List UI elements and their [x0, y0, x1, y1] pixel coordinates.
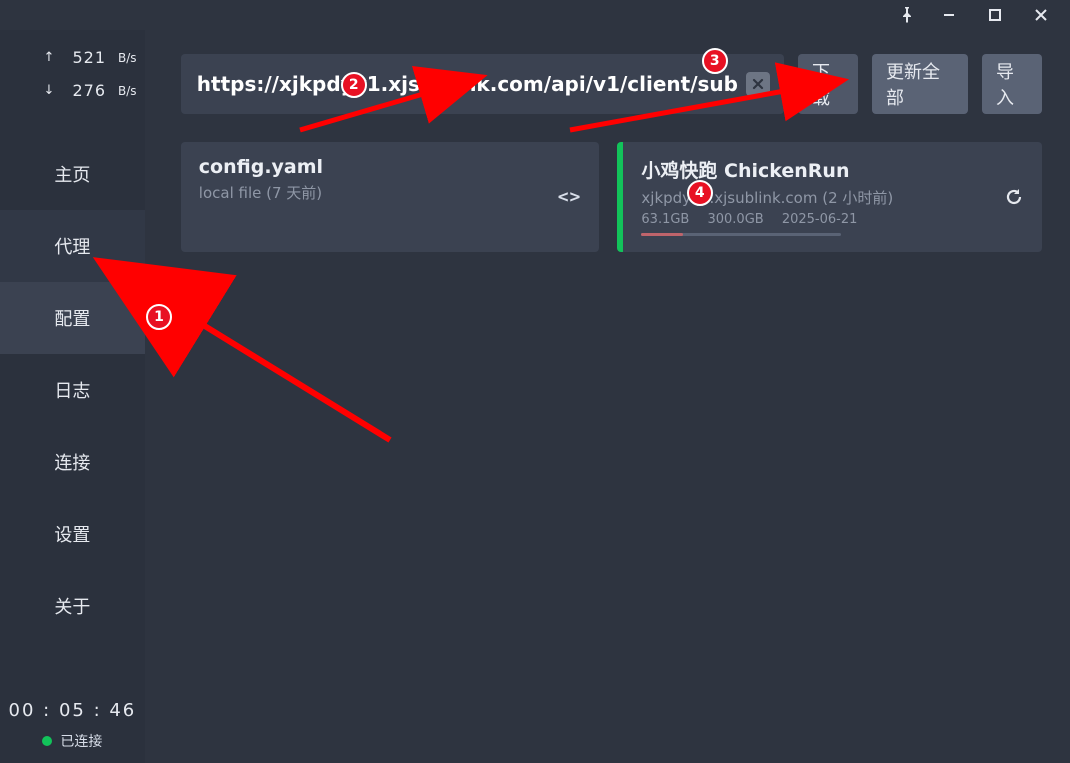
window-titlebar: [0, 0, 1070, 30]
uptime-clock: 00 : 05 : 46: [0, 700, 145, 721]
usage-used: 63.1GB: [641, 212, 689, 227]
download-speed: ↓ 276 B/s: [40, 81, 145, 100]
content-pane: https://xjkpdyv1.xjsublink.com/api/v1/cl…: [145, 30, 1070, 763]
status-dot-icon: [42, 736, 52, 746]
sidebar-item-label: 关于: [54, 593, 90, 619]
arrow-up-icon: ↑: [40, 50, 58, 65]
profile-card-local[interactable]: config.yaml local file (7 天前) <>: [181, 142, 600, 252]
card-title: 小鸡快跑 ChickenRun: [641, 156, 1024, 183]
speed-panel: ↑ 521 B/s ↓ 276 B/s: [0, 30, 145, 124]
connection-label: 已连接: [60, 731, 102, 751]
update-all-button[interactable]: 更新全部: [872, 54, 968, 114]
sidebar-item-label: 设置: [54, 521, 90, 547]
profile-cards: config.yaml local file (7 天前) <> 小鸡快跑 Ch…: [181, 142, 1042, 252]
sidebar-item-about[interactable]: 关于: [0, 570, 145, 642]
usage-expires: 2025-06-21: [782, 212, 858, 227]
upload-value: 521: [58, 48, 106, 67]
edit-code-icon[interactable]: <>: [558, 187, 582, 208]
import-button[interactable]: 导入: [982, 54, 1042, 114]
card-subtitle: xjkpdyv1.xjsublink.com (2 小时前): [641, 187, 1024, 208]
sidebar-item-home[interactable]: 主页: [0, 138, 145, 210]
download-unit: B/s: [118, 84, 137, 98]
minimize-button[interactable]: [926, 0, 972, 30]
sidebar-item-label: 主页: [54, 161, 90, 187]
sidebar-item-label: 配置: [54, 305, 90, 331]
profile-card-remote[interactable]: 小鸡快跑 ChickenRun xjkpdyv1.xjsublink.com (…: [617, 142, 1042, 252]
button-label: 更新全部: [886, 58, 954, 110]
sidebar-item-label: 日志: [54, 377, 90, 403]
active-stripe: [617, 142, 623, 252]
card-title: config.yaml: [199, 156, 582, 178]
card-usage-stats: 63.1GB 300.0GB 2025-06-21: [641, 212, 1024, 227]
button-label: 下载: [812, 58, 844, 110]
subscription-bar: https://xjkpdyv1.xjsublink.com/api/v1/cl…: [181, 54, 1042, 114]
usage-progress: [641, 233, 841, 236]
nav-list: 主页 代理 配置 1 日志 连接 设置 关于: [0, 138, 145, 642]
sidebar-item-label: 连接: [54, 449, 90, 475]
subscription-url-text: https://xjkpdyv1.xjsublink.com/api/v1/cl…: [197, 72, 738, 96]
card-subtitle: local file (7 天前): [199, 182, 582, 203]
sidebar-item-settings[interactable]: 设置: [0, 498, 145, 570]
close-button[interactable]: [1018, 0, 1064, 30]
button-label: 导入: [996, 58, 1028, 110]
connection-status: 已连接: [0, 731, 145, 751]
upload-unit: B/s: [118, 51, 137, 65]
sidebar-item-label: 代理: [54, 233, 90, 259]
usage-total: 300.0GB: [707, 212, 763, 227]
sidebar-item-connections[interactable]: 连接: [0, 426, 145, 498]
sidebar-item-config[interactable]: 配置 1: [0, 282, 145, 354]
sidebar: ↑ 521 B/s ↓ 276 B/s 主页 代理 配置 1 日志 连接 设置 …: [0, 30, 145, 763]
subscription-url-input[interactable]: https://xjkpdyv1.xjsublink.com/api/v1/cl…: [181, 54, 784, 114]
sidebar-item-logs[interactable]: 日志: [0, 354, 145, 426]
maximize-button[interactable]: [972, 0, 1018, 30]
upload-speed: ↑ 521 B/s: [40, 48, 145, 67]
usage-progress-fill: [641, 233, 683, 236]
pin-icon[interactable]: [888, 0, 926, 30]
refresh-profile-button[interactable]: [1004, 187, 1024, 207]
sidebar-item-proxy[interactable]: 代理: [0, 210, 145, 282]
status-footer: 00 : 05 : 46 已连接: [0, 700, 145, 751]
download-value: 276: [58, 81, 106, 100]
download-button[interactable]: 下载: [798, 54, 858, 114]
clear-url-button[interactable]: [746, 72, 770, 96]
arrow-down-icon: ↓: [40, 83, 58, 98]
